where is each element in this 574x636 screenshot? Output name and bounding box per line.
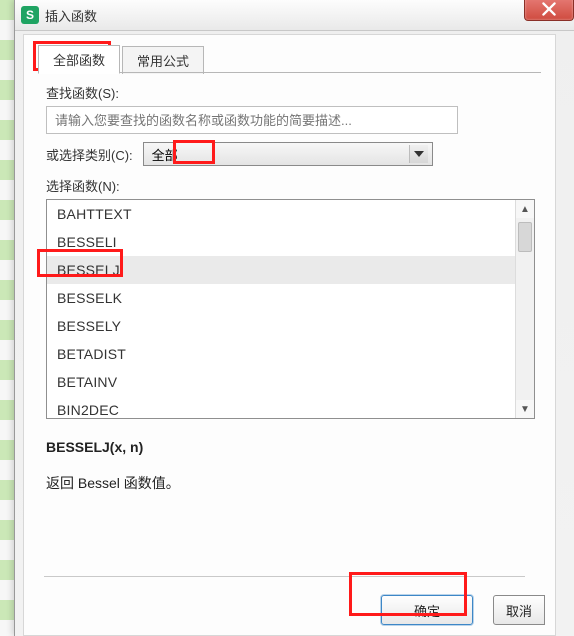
cancel-button[interactable]: 取消 (493, 595, 545, 625)
dialog-title: 插入函数 (45, 6, 97, 25)
search-section: 查找函数(S): (24, 73, 555, 136)
dialog-body: 全部函数 常用公式 查找函数(S): 或选择类别(C): 全部 (23, 34, 556, 636)
function-listbox[interactable]: BAHTTEXTBESSELIBESSELJBESSELKBESSELYBETA… (46, 199, 535, 419)
scroll-up-icon[interactable]: ▲ (516, 200, 534, 218)
scrollbar[interactable]: ▲ ▼ (515, 200, 534, 418)
dialog-buttons: 确定 取消 (381, 595, 555, 625)
scroll-down-icon[interactable]: ▼ (516, 400, 534, 418)
tab-common-formulas[interactable]: 常用公式 (122, 46, 204, 74)
close-button[interactable] (524, 0, 574, 21)
chevron-down-icon (409, 145, 428, 163)
ok-button[interactable]: 确定 (381, 595, 473, 625)
list-item[interactable]: BIN2DEC (47, 396, 515, 418)
function-description: BESSELJ(x, n) 返回 Bessel 函数值。 (24, 419, 555, 497)
search-input[interactable] (46, 106, 458, 134)
category-label: 或选择类别(C): (46, 145, 133, 164)
function-list-section: 选择函数(N): (24, 168, 555, 195)
titlebar: S 插入函数 (15, 0, 574, 31)
insert-function-dialog: S 插入函数 全部函数 常用公式 查找函数(S): 或选择类别(C): (14, 0, 574, 636)
category-row: 或选择类别(C): 全部 (24, 136, 555, 168)
list-item[interactable]: BETAINV (47, 368, 515, 396)
function-signature: BESSELJ(x, n) (46, 439, 533, 455)
category-selected-value: 全部 (152, 145, 178, 164)
list-item[interactable]: BESSELK (47, 284, 515, 312)
background-stripes (0, 0, 14, 636)
function-list-label: 选择函数(N): (46, 176, 535, 195)
list-item[interactable]: BAHTTEXT (47, 200, 515, 228)
function-explain: 返回 Bessel 函数值。 (46, 473, 533, 493)
function-list-items: BAHTTEXTBESSELIBESSELJBESSELKBESSELYBETA… (47, 200, 515, 418)
scroll-thumb[interactable] (518, 222, 532, 252)
search-label: 查找函数(S): (46, 83, 535, 102)
category-select[interactable]: 全部 (143, 142, 433, 166)
list-item[interactable]: BETADIST (47, 340, 515, 368)
list-item[interactable]: BESSELY (47, 312, 515, 340)
app-icon: S (21, 6, 39, 24)
close-icon (542, 2, 556, 16)
tabs: 全部函数 常用公式 (24, 45, 555, 73)
separator (44, 576, 525, 577)
list-item[interactable]: BESSELJ (47, 256, 515, 284)
tab-all-functions[interactable]: 全部函数 (38, 45, 120, 74)
list-item[interactable]: BESSELI (47, 228, 515, 256)
